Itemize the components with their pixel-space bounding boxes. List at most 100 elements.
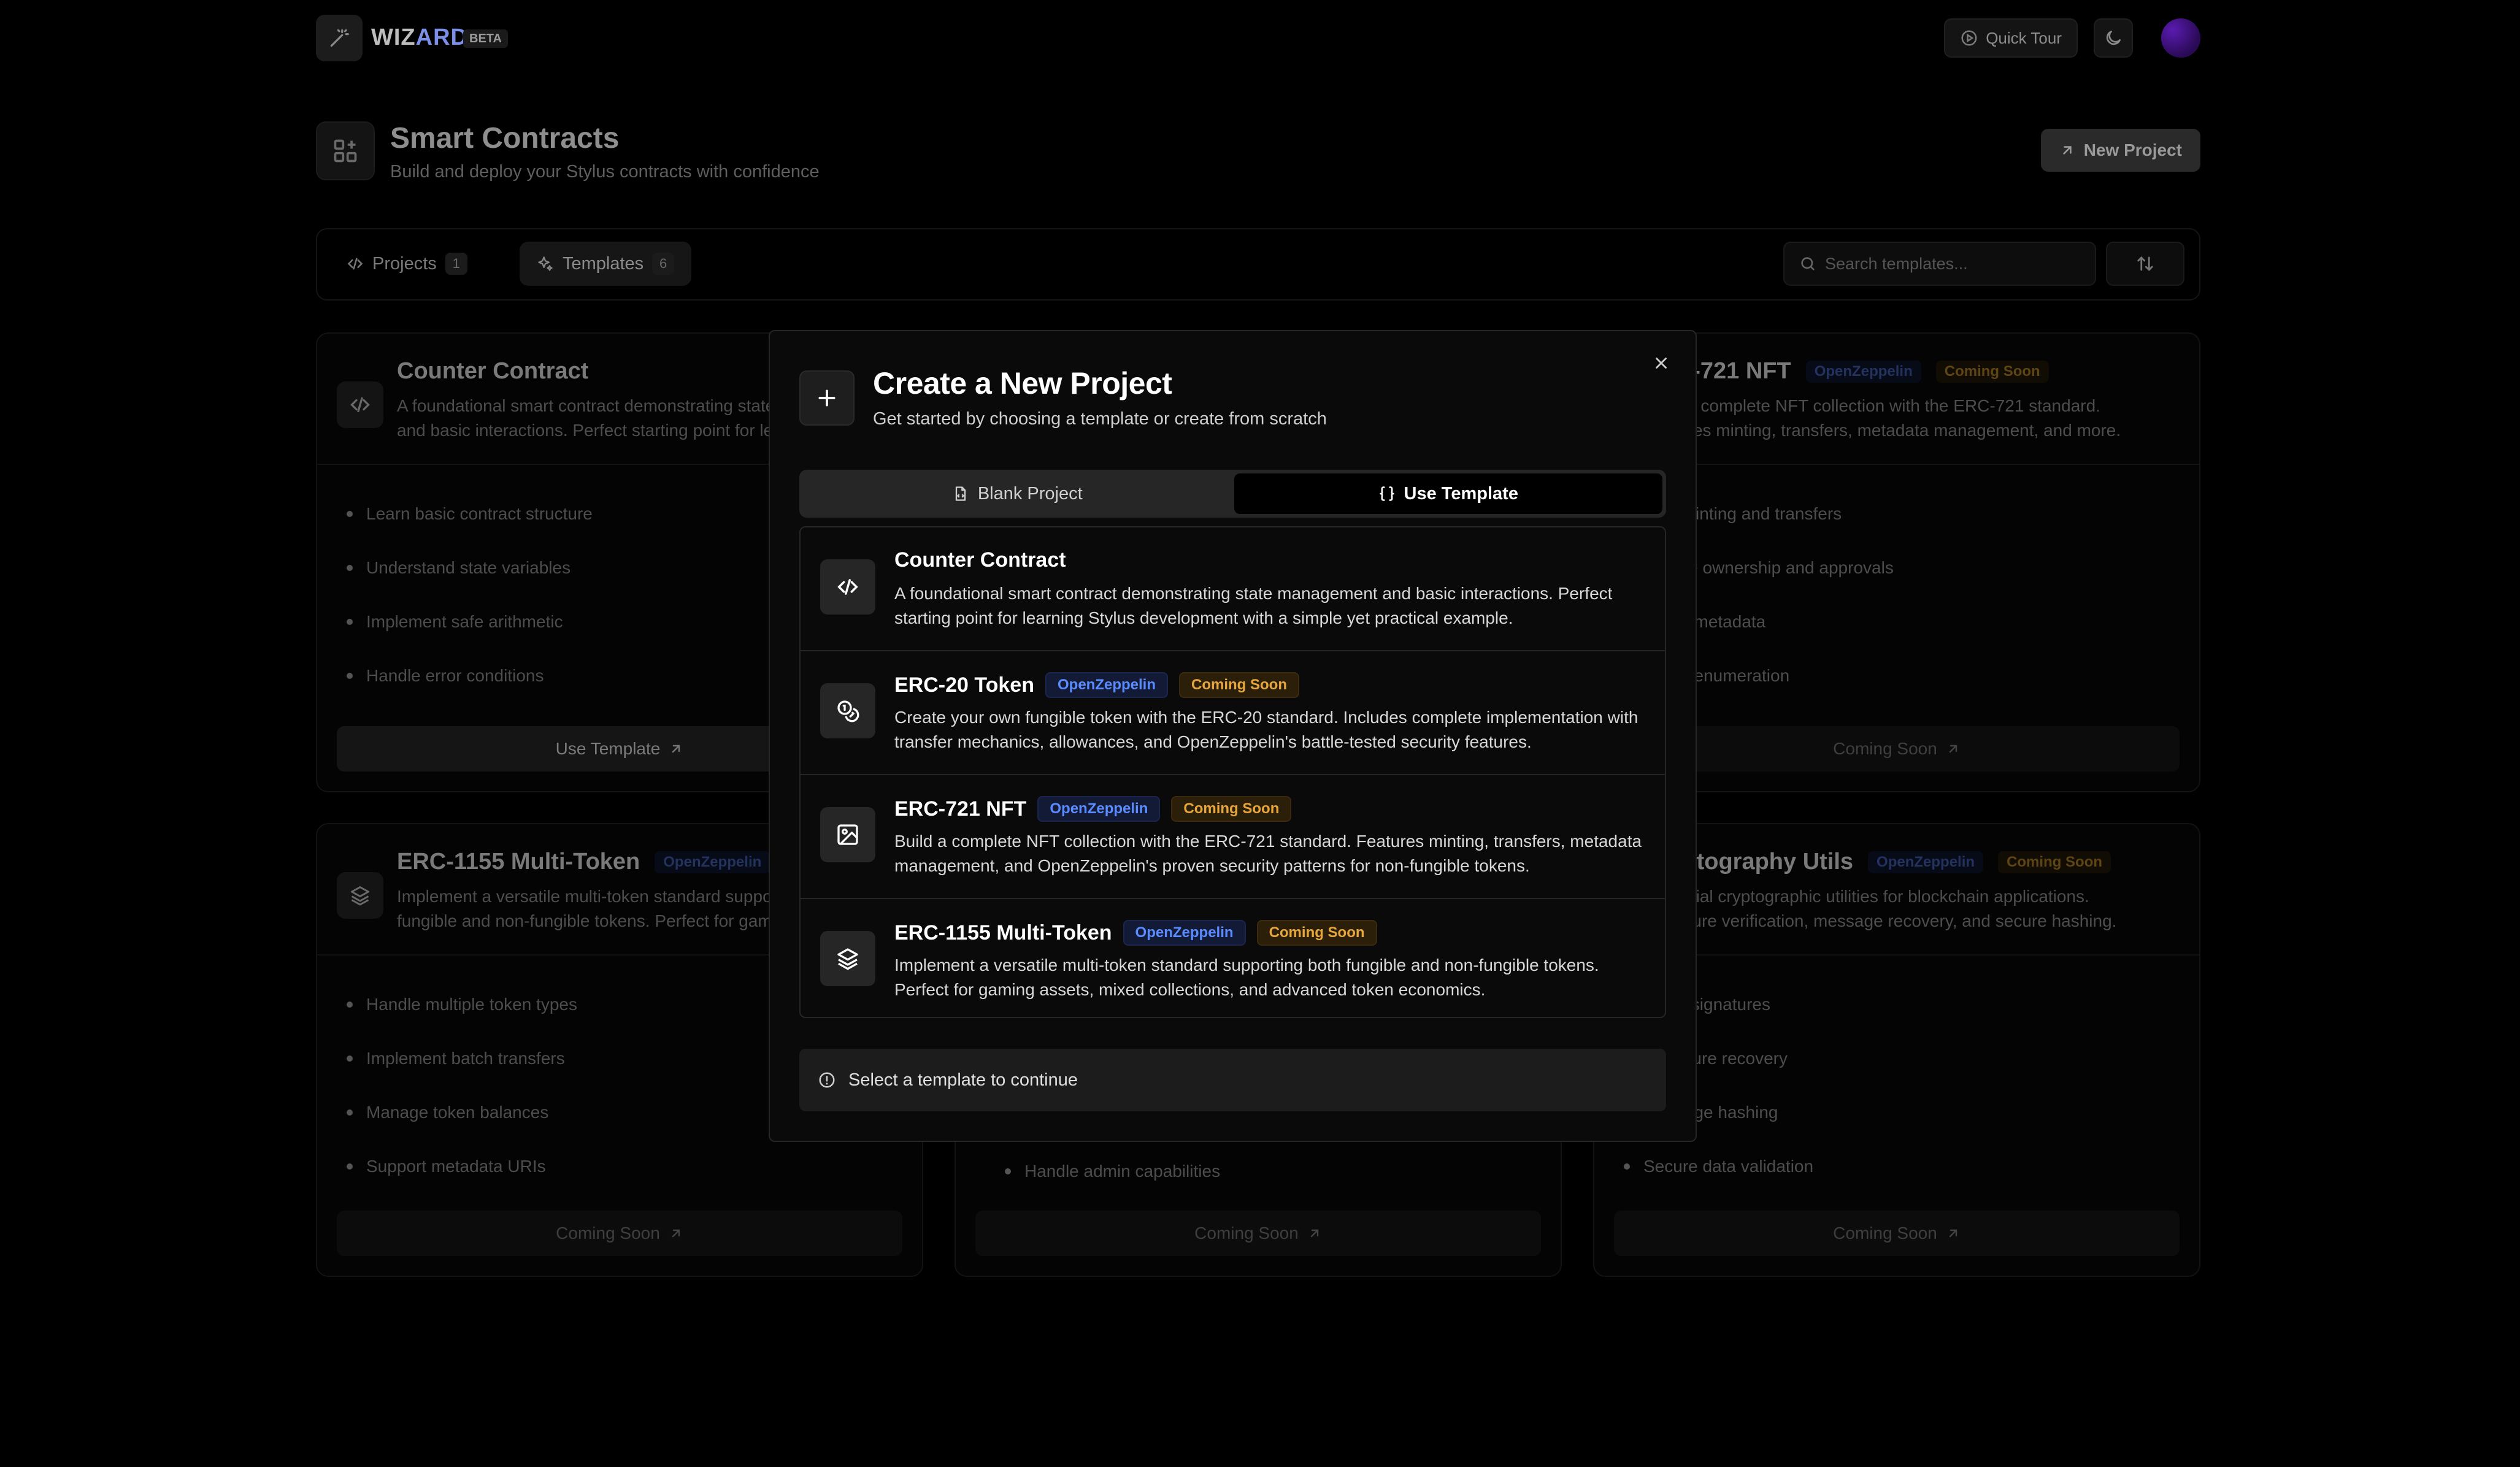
search-placeholder: Search templates... [1825, 254, 1968, 273]
grid-plus-icon [316, 121, 375, 180]
info-icon [818, 1071, 836, 1089]
page-title: Smart Contracts [390, 122, 620, 155]
search-input[interactable]: Search templates... [1783, 242, 2096, 286]
openzeppelin-badge: OpenZeppelin [1868, 851, 1984, 873]
coins-icon [820, 683, 875, 738]
card-description: Essential cryptographic utilities for bl… [1643, 887, 2117, 930]
use-template-tab[interactable]: Use Template [1234, 473, 1662, 514]
openzeppelin-badge: OpenZeppelin [1805, 360, 1921, 383]
sort-icon [2136, 255, 2154, 273]
arrow-up-right-icon [2059, 142, 2075, 158]
wand-icon [328, 26, 351, 50]
template-description: Create your own fungible token with the … [894, 708, 1638, 751]
plus-icon [799, 370, 855, 426]
arrow-up-right-icon [1946, 741, 1961, 756]
tab-templates[interactable]: Templates 6 [520, 242, 692, 286]
template-description: A foundational smart contract demonstrat… [894, 584, 1613, 627]
list-item: Secure data validation [1624, 1140, 1813, 1193]
sort-button[interactable] [2106, 242, 2184, 286]
feature-list: Handle multiple token types Implement ba… [347, 978, 577, 1193]
blank-project-label: Blank Project [977, 483, 1083, 504]
card-title: Counter Contract [397, 358, 589, 384]
top-bar: WIZARD BETA Quick Tour [316, 15, 2200, 61]
page-header: Smart Contracts Build and deploy your St… [316, 121, 2200, 189]
arrow-up-right-icon [1307, 1226, 1322, 1241]
template-title: ERC-20 Token [894, 673, 1034, 697]
feature-list: Handle admin capabilities [1005, 1144, 1220, 1198]
card-title: ERC-721 NFT OpenZeppelin Coming Soon [1643, 358, 2049, 385]
coming-soon-badge: Coming Soon [1179, 672, 1299, 698]
arrow-up-right-icon [669, 741, 683, 756]
code-icon [347, 255, 364, 272]
coming-soon-badge: Coming Soon [1256, 920, 1377, 946]
beta-badge: BETA [463, 29, 508, 48]
template-option-counter[interactable]: Counter Contract A foundational smart co… [801, 527, 1665, 651]
list-item: Implement safe arithmetic [347, 595, 593, 649]
coming-soon-button[interactable]: Coming Soon [1614, 1211, 2180, 1256]
list-item: Learn basic contract structure [347, 487, 593, 541]
list-item: Understand state variables [347, 541, 593, 595]
list-item: Support metadata URIs [347, 1140, 577, 1193]
blank-project-tab[interactable]: Blank Project [803, 473, 1232, 514]
tab-projects[interactable]: Projects 1 [329, 242, 485, 286]
dialog-title: Create a New Project [873, 366, 1172, 400]
create-project-dialog: Create a New Project Get started by choo… [769, 330, 1697, 1142]
tab-label: Templates [563, 253, 644, 274]
code-icon [820, 559, 875, 615]
layers-icon [337, 872, 383, 919]
coming-soon-button[interactable]: Coming Soon [975, 1211, 1541, 1256]
avatar[interactable] [2161, 18, 2200, 58]
openzeppelin-badge: OpenZeppelin [655, 851, 770, 873]
layers-icon [820, 931, 875, 986]
use-template-label: Use Template [1404, 483, 1518, 504]
card-description: Build a complete NFT collection with the… [1643, 396, 2121, 440]
quick-tour-label: Quick Tour [1986, 28, 2062, 47]
tab-count: 6 [652, 253, 675, 275]
close-button[interactable] [1649, 351, 1673, 375]
close-icon [1652, 354, 1670, 372]
coming-soon-button[interactable]: Coming Soon [337, 1211, 902, 1256]
template-option-erc721[interactable]: ERC-721 NFT OpenZeppelin Coming Soon Bui… [801, 775, 1665, 899]
moon-icon [2103, 28, 2123, 48]
sparkles-icon [537, 255, 554, 272]
openzeppelin-badge: OpenZeppelin [1045, 672, 1168, 698]
new-project-button[interactable]: New Project [2040, 129, 2200, 172]
list-item: Implement batch transfers [347, 1032, 577, 1086]
card-title: ERC-1155 Multi-Token OpenZeppelin [397, 849, 770, 875]
quick-tour-button[interactable]: Quick Tour [1944, 18, 2078, 58]
template-title: ERC-1155 Multi-Token [894, 921, 1112, 944]
dialog-subtitle: Get started by choosing a template or cr… [873, 409, 1327, 429]
template-option-erc1155[interactable]: ERC-1155 Multi-Token OpenZeppelin Coming… [801, 899, 1665, 1017]
coming-soon-badge: Coming Soon [1935, 360, 2049, 383]
openzeppelin-badge: OpenZeppelin [1037, 796, 1161, 822]
play-circle-icon [1960, 29, 1978, 47]
tab-count: 1 [445, 253, 467, 275]
tabs-bar: Projects 1 Templates 6 Search templates.… [316, 228, 2200, 301]
coming-soon-badge: Coming Soon [1998, 851, 2111, 873]
select-template-notice: Select a template to continue [799, 1049, 1666, 1111]
template-title: Counter Contract [894, 548, 1066, 572]
logo[interactable] [316, 15, 363, 61]
file-icon [952, 485, 969, 502]
openzeppelin-badge: OpenZeppelin [1123, 920, 1246, 946]
template-option-erc20[interactable]: ERC-20 Token OpenZeppelin Coming Soon Cr… [801, 651, 1665, 775]
project-type-toggle: Blank Project Use Template [799, 470, 1666, 518]
template-description: Implement a versatile multi-token standa… [894, 956, 1599, 999]
template-description: Build a complete NFT collection with the… [894, 832, 1642, 875]
template-list: Counter Contract A foundational smart co… [799, 526, 1666, 1018]
coming-soon-button[interactable]: Coming Soon [1614, 726, 2180, 772]
list-item: Handle admin capabilities [1005, 1144, 1220, 1198]
template-title: ERC-721 NFT [894, 797, 1027, 821]
code-icon [337, 381, 383, 428]
brand-name: WIZARD [371, 25, 468, 50]
list-item: Handle error conditions [347, 649, 593, 703]
feature-list: Learn basic contract structure Understan… [347, 487, 593, 703]
theme-toggle-button[interactable] [2094, 18, 2133, 58]
search-icon [1799, 255, 1816, 272]
notice-text: Select a template to continue [848, 1070, 1078, 1090]
new-project-label: New Project [2083, 140, 2182, 159]
page-subtitle: Build and deploy your Stylus contracts w… [390, 162, 820, 182]
image-icon [820, 807, 875, 862]
coming-soon-badge: Coming Soon [1171, 796, 1292, 822]
arrow-up-right-icon [1946, 1226, 1961, 1241]
